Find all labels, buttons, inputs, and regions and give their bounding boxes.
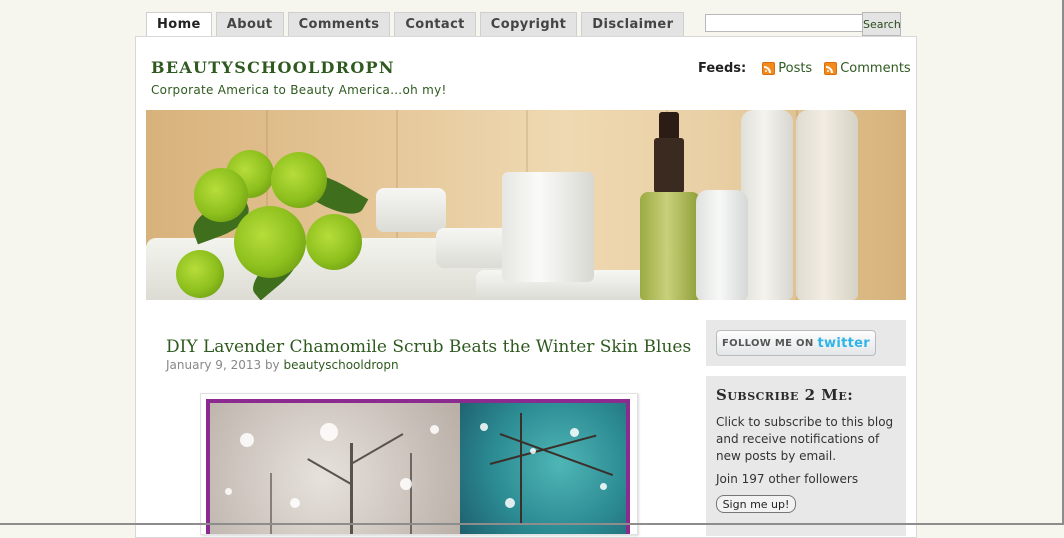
subscribe-widget: Subscribe 2 Me: Click to subscribe to th… [706,376,906,536]
post-date: January 9, 2013 [166,358,262,372]
post-meta: January 9, 2013 by beautyschooldropn [166,358,399,372]
rss-feed-icon [824,62,838,75]
tab-copyright[interactable]: Copyright [479,12,578,36]
tab-disclaimer[interactable]: Disclaimer [581,12,685,36]
header-banner-image [146,110,906,300]
subscribe-text: Click to subscribe to this blog and rece… [716,415,894,463]
tab-about[interactable]: About [215,12,284,36]
feed-posts-label: Posts [778,61,813,76]
site-title[interactable]: BEAUTYSCHOOLDROPN [151,58,395,77]
rss-feed-icon [762,62,776,75]
follow-widget: FOLLOW ME ON twitter [706,320,906,366]
tab-contact[interactable]: Contact [394,12,476,36]
frosted-branch-image [460,399,630,534]
feeds-label: Feeds: [698,61,747,76]
feed-comments-label: Comments [840,61,911,76]
twitter-logo: twitter [817,335,870,351]
subscribe-heading: Subscribe 2 Me: [716,386,854,404]
follow-text: FOLLOW ME ON [722,337,814,349]
site-tagline: Corporate America to Beauty America…oh m… [151,83,447,97]
feeds: Feeds: Posts Comments [698,61,923,76]
feed-posts-link[interactable]: Posts [762,61,812,76]
search-button[interactable]: Search [862,12,901,36]
sign-me-up-button[interactable]: Sign me up! [716,495,796,513]
tab-home[interactable]: Home [146,12,212,38]
feed-comments-link[interactable]: Comments [824,61,911,76]
tab-comments[interactable]: Comments [287,12,391,36]
nav-tabs: Home About Comments Contact Copyright Di… [146,12,685,38]
post-title[interactable]: DIY Lavender Chamomile Scrub Beats the W… [166,337,691,357]
post-author-link[interactable]: beautyschooldropn [283,358,398,372]
post-by: by [264,358,280,372]
post-image[interactable] [200,393,638,535]
search-input[interactable] [705,14,864,32]
followers-count: Join 197 other followers [716,472,859,486]
follow-twitter-button[interactable]: FOLLOW ME ON twitter [716,330,876,356]
winter-trees-image [206,399,460,534]
